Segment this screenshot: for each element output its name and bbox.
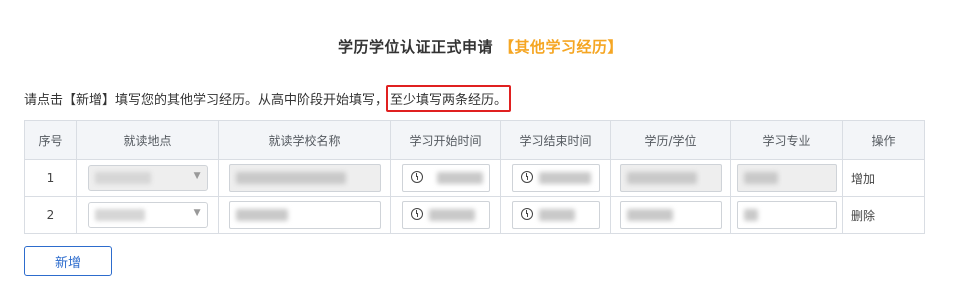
- redacted-value: [428, 209, 475, 221]
- chevron-down-icon: ▼: [193, 208, 201, 218]
- redacted-value: [94, 172, 151, 184]
- degree-cell: [610, 159, 731, 197]
- school-cell: [218, 159, 391, 197]
- redacted-value: [235, 172, 346, 184]
- school-cell: [218, 196, 391, 234]
- major-input[interactable]: [736, 201, 837, 229]
- start-date-picker[interactable]: [401, 164, 490, 192]
- title-suffix: 【其他学习经历】: [499, 38, 624, 56]
- start-date-picker[interactable]: [401, 201, 490, 229]
- redacted-value: [743, 172, 778, 184]
- major-input[interactable]: [736, 164, 837, 192]
- end-date-picker[interactable]: [511, 201, 600, 229]
- table-row: 1 ▼ 增加: [24, 159, 925, 197]
- chevron-down-icon: ▼: [193, 171, 201, 181]
- school-input[interactable]: [228, 164, 381, 192]
- location-cell: ▼: [76, 159, 219, 197]
- education-table: 序号 就读地点 就读学校名称 学习开始时间 学习结束时间 学历/学位 学习专业 …: [24, 120, 925, 234]
- title-main: 学历学位认证正式申请: [337, 38, 493, 56]
- notice-highlight: 至少填写两条经历。: [386, 85, 512, 112]
- redacted-value: [436, 172, 483, 184]
- table-row: 2 ▼ 删除: [24, 196, 925, 234]
- redacted-value: [538, 172, 591, 184]
- major-cell: [730, 196, 843, 234]
- header-index: 序号: [24, 120, 77, 160]
- clock-icon: [410, 171, 423, 183]
- header-start: 学习开始时间: [390, 120, 501, 160]
- degree-cell: [610, 196, 731, 234]
- clock-icon: [520, 208, 533, 220]
- degree-input[interactable]: [619, 201, 722, 229]
- action-cell: 删除: [842, 196, 925, 234]
- redacted-value: [626, 209, 673, 221]
- notice-prefix: 请点击【新增】填写您的其他学习经历。从高中阶段开始填写，: [24, 93, 389, 108]
- redacted-value: [743, 209, 758, 221]
- end-cell: [500, 159, 611, 197]
- end-cell: [500, 196, 611, 234]
- start-cell: [390, 196, 501, 234]
- location-cell: ▼: [76, 196, 219, 234]
- redacted-value: [626, 172, 697, 184]
- clock-icon: [410, 208, 423, 220]
- major-cell: [730, 159, 843, 197]
- header-degree: 学历/学位: [610, 120, 731, 160]
- redacted-value: [235, 209, 288, 221]
- location-select[interactable]: ▼: [87, 202, 208, 228]
- action-cell: 增加: [842, 159, 925, 197]
- school-input[interactable]: [228, 201, 381, 229]
- add-button[interactable]: 新增: [24, 246, 112, 276]
- header-school: 就读学校名称: [218, 120, 391, 160]
- header-end: 学习结束时间: [500, 120, 611, 160]
- degree-input[interactable]: [619, 164, 722, 192]
- header-major: 学习专业: [730, 120, 843, 160]
- redacted-value: [94, 209, 145, 221]
- delete-row-link[interactable]: 删除: [851, 209, 875, 223]
- row-index: 2: [24, 196, 77, 234]
- add-row-link[interactable]: 增加: [851, 172, 875, 186]
- start-cell: [390, 159, 501, 197]
- header-location: 就读地点: [76, 120, 219, 160]
- end-date-picker[interactable]: [511, 164, 600, 192]
- instruction-text: 请点击【新增】填写您的其他学习经历。从高中阶段开始填写， 至少填写两条经历。: [24, 85, 512, 112]
- page-title: 学历学位认证正式申请 【其他学习经历】: [0, 36, 961, 57]
- row-index: 1: [24, 159, 77, 197]
- table-header-row: 序号 就读地点 就读学校名称 学习开始时间 学习结束时间 学历/学位 学习专业 …: [24, 120, 925, 160]
- redacted-value: [538, 209, 575, 221]
- header-action: 操作: [842, 120, 925, 160]
- clock-icon: [520, 171, 533, 183]
- location-select[interactable]: ▼: [87, 165, 208, 191]
